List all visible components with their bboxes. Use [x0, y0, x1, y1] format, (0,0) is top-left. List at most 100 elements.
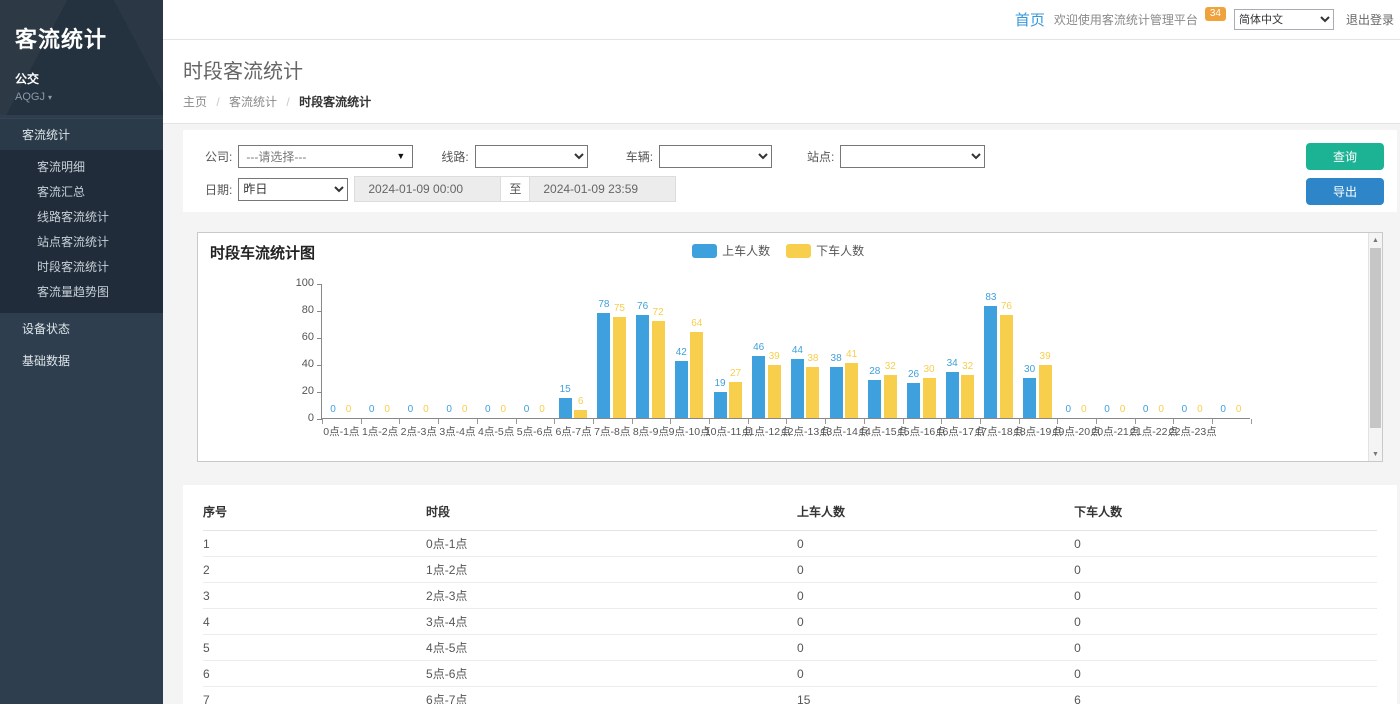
- bar-alighting: [923, 378, 936, 419]
- sidebar-item-passenger-summary[interactable]: 客流汇总: [0, 180, 163, 205]
- bar-value-label: 0: [1081, 404, 1087, 415]
- table-cell: 1: [203, 531, 426, 557]
- chart-plot: 0204060801000点-1点001点-2点002点-3点003点-4点00…: [321, 284, 1250, 419]
- sidebar-item-trend-chart[interactable]: 客流量趋势图: [0, 280, 163, 305]
- sidebar-item-base-data[interactable]: 基础数据: [0, 345, 163, 377]
- table-body: 10点-1点0021点-2点0032点-3点0043点-4点0054点-5点00…: [203, 531, 1377, 704]
- breadcrumb-home[interactable]: 主页: [183, 95, 207, 109]
- legend-item-boarding[interactable]: 上车人数: [692, 242, 770, 259]
- date-preset-select[interactable]: 昨日: [238, 178, 348, 201]
- station-label: 站点:: [807, 148, 834, 165]
- legend-item-alighting[interactable]: 下车人数: [786, 242, 864, 259]
- table-row: 65点-6点00: [203, 661, 1377, 687]
- bar-value-label: 0: [1104, 404, 1110, 415]
- x-axis-label: 5点-6点: [517, 424, 553, 439]
- table-row: 10点-1点00: [203, 531, 1377, 557]
- bar-value-label: 0: [1220, 404, 1226, 415]
- x-axis-label: 2点-3点: [401, 424, 437, 439]
- bar-value-label: 0: [1158, 404, 1164, 415]
- breadcrumb-current: 时段客流统计: [299, 95, 371, 109]
- org-name: 公交: [15, 70, 163, 87]
- sidebar-item-passenger-detail[interactable]: 客流明细: [0, 155, 163, 180]
- scroll-up-icon[interactable]: ▲: [1369, 233, 1382, 247]
- x-axis-label: 1点-2点: [362, 424, 398, 439]
- table-cell: 0: [1074, 583, 1377, 609]
- x-axis-tick: [1212, 419, 1213, 424]
- bar-boarding: [597, 313, 610, 418]
- bar-value-label: 27: [730, 368, 741, 379]
- bar-boarding: [791, 359, 804, 418]
- table-row: 76点-7点156: [203, 687, 1377, 704]
- table-cell: 0: [797, 661, 1074, 687]
- sidebar-item-station-stats[interactable]: 站点客流统计: [0, 230, 163, 255]
- y-axis-label: 80: [280, 304, 314, 316]
- scrollbar-thumb[interactable]: [1370, 248, 1381, 428]
- table-cell: 3点-4点: [426, 609, 797, 635]
- table-cell: 0: [797, 583, 1074, 609]
- table-cell: 0点-1点: [426, 531, 797, 557]
- chart-legend: 上车人数 下车人数: [692, 242, 864, 259]
- data-table-panel: 序号时段上车人数下车人数 10点-1点0021点-2点0032点-3点0043点…: [183, 485, 1397, 704]
- bar-boarding: [868, 380, 881, 418]
- bar-boarding: [1023, 378, 1036, 419]
- y-axis-tick: [317, 284, 322, 285]
- table-header-cell: 下车人数: [1074, 494, 1377, 531]
- sidebar-item-device-status[interactable]: 设备状态: [0, 313, 163, 345]
- bar-boarding: [830, 367, 843, 418]
- table-cell: 0: [1074, 609, 1377, 635]
- breadcrumb-passenger-stats[interactable]: 客流统计: [229, 95, 277, 109]
- language-select[interactable]: 简体中文: [1234, 9, 1334, 30]
- sidebar-item-period-stats[interactable]: 时段客流统计: [0, 255, 163, 280]
- bar-value-label: 0: [446, 404, 452, 415]
- query-button[interactable]: 查询: [1306, 143, 1384, 170]
- date-to-input[interactable]: 2024-01-09 23:59: [529, 176, 676, 202]
- vehicle-label: 车辆:: [626, 148, 653, 165]
- sidebar-item-line-stats[interactable]: 线路客流统计: [0, 205, 163, 230]
- filter-panel: 公司: ---请选择--- ▼ 线路: 车辆: 站点: 日期: 昨日 2024-…: [183, 130, 1397, 212]
- bar-value-label: 39: [769, 351, 780, 362]
- logout-link[interactable]: 退出登录: [1346, 11, 1394, 28]
- passenger-stats-submenu: 客流明细 客流汇总 线路客流统计 站点客流统计 时段客流统计 客流量趋势图: [0, 150, 163, 313]
- bar-boarding: [636, 315, 649, 418]
- table-cell: 5点-6点: [426, 661, 797, 687]
- home-link[interactable]: 首页: [1015, 9, 1045, 30]
- chart-scrollbar[interactable]: ▲ ▼: [1368, 233, 1382, 461]
- export-button[interactable]: 导出: [1306, 178, 1384, 205]
- bar-value-label: 30: [923, 364, 934, 375]
- scroll-down-icon[interactable]: ▼: [1369, 447, 1382, 461]
- date-from-input[interactable]: 2024-01-09 00:00: [354, 176, 501, 202]
- sidebar: 客流统计 公交 AQGJ ▾ 客流统计 客流明细 客流汇总 线路客流统计 站点客…: [0, 0, 163, 704]
- bar-value-label: 46: [753, 342, 764, 353]
- bar-alighting: [768, 365, 781, 418]
- table-header-row: 序号时段上车人数下车人数: [203, 494, 1377, 531]
- bar-value-label: 0: [1236, 404, 1242, 415]
- bar-value-label: 42: [676, 347, 687, 358]
- bar-value-label: 0: [330, 404, 336, 415]
- company-select[interactable]: ---请选择--- ▼: [238, 145, 413, 168]
- station-select[interactable]: [840, 145, 985, 168]
- table-header-cell: 序号: [203, 494, 426, 531]
- bar-value-label: 0: [462, 404, 468, 415]
- period-stats-table: 序号时段上车人数下车人数 10点-1点0021点-2点0032点-3点0043点…: [203, 494, 1377, 704]
- table-cell: 4: [203, 609, 426, 635]
- chevron-down-icon: ▾: [48, 93, 52, 102]
- org-code-dropdown[interactable]: AQGJ ▾: [15, 91, 163, 103]
- bar-alighting: [884, 375, 897, 418]
- line-select[interactable]: [475, 145, 588, 168]
- notification-badge[interactable]: 34: [1205, 7, 1226, 21]
- bar-value-label: 76: [637, 301, 648, 312]
- bar-alighting: [961, 375, 974, 418]
- bar-value-label: 28: [869, 366, 880, 377]
- y-axis-tick: [317, 392, 322, 393]
- bar-value-label: 30: [1024, 364, 1035, 375]
- x-axis-label: 6点-7点: [555, 424, 591, 439]
- title-band: 时段客流统计 主页 / 客流统计 / 时段客流统计: [163, 40, 1400, 124]
- bar-alighting: [1039, 365, 1052, 418]
- bar-value-label: 41: [846, 349, 857, 360]
- bar-alighting: [1000, 315, 1013, 418]
- table-cell: 2点-3点: [426, 583, 797, 609]
- bar-value-label: 72: [653, 307, 664, 318]
- vehicle-select[interactable]: [659, 145, 772, 168]
- sidebar-item-passenger-stats[interactable]: 客流统计: [0, 118, 163, 150]
- y-axis-label: 40: [280, 358, 314, 370]
